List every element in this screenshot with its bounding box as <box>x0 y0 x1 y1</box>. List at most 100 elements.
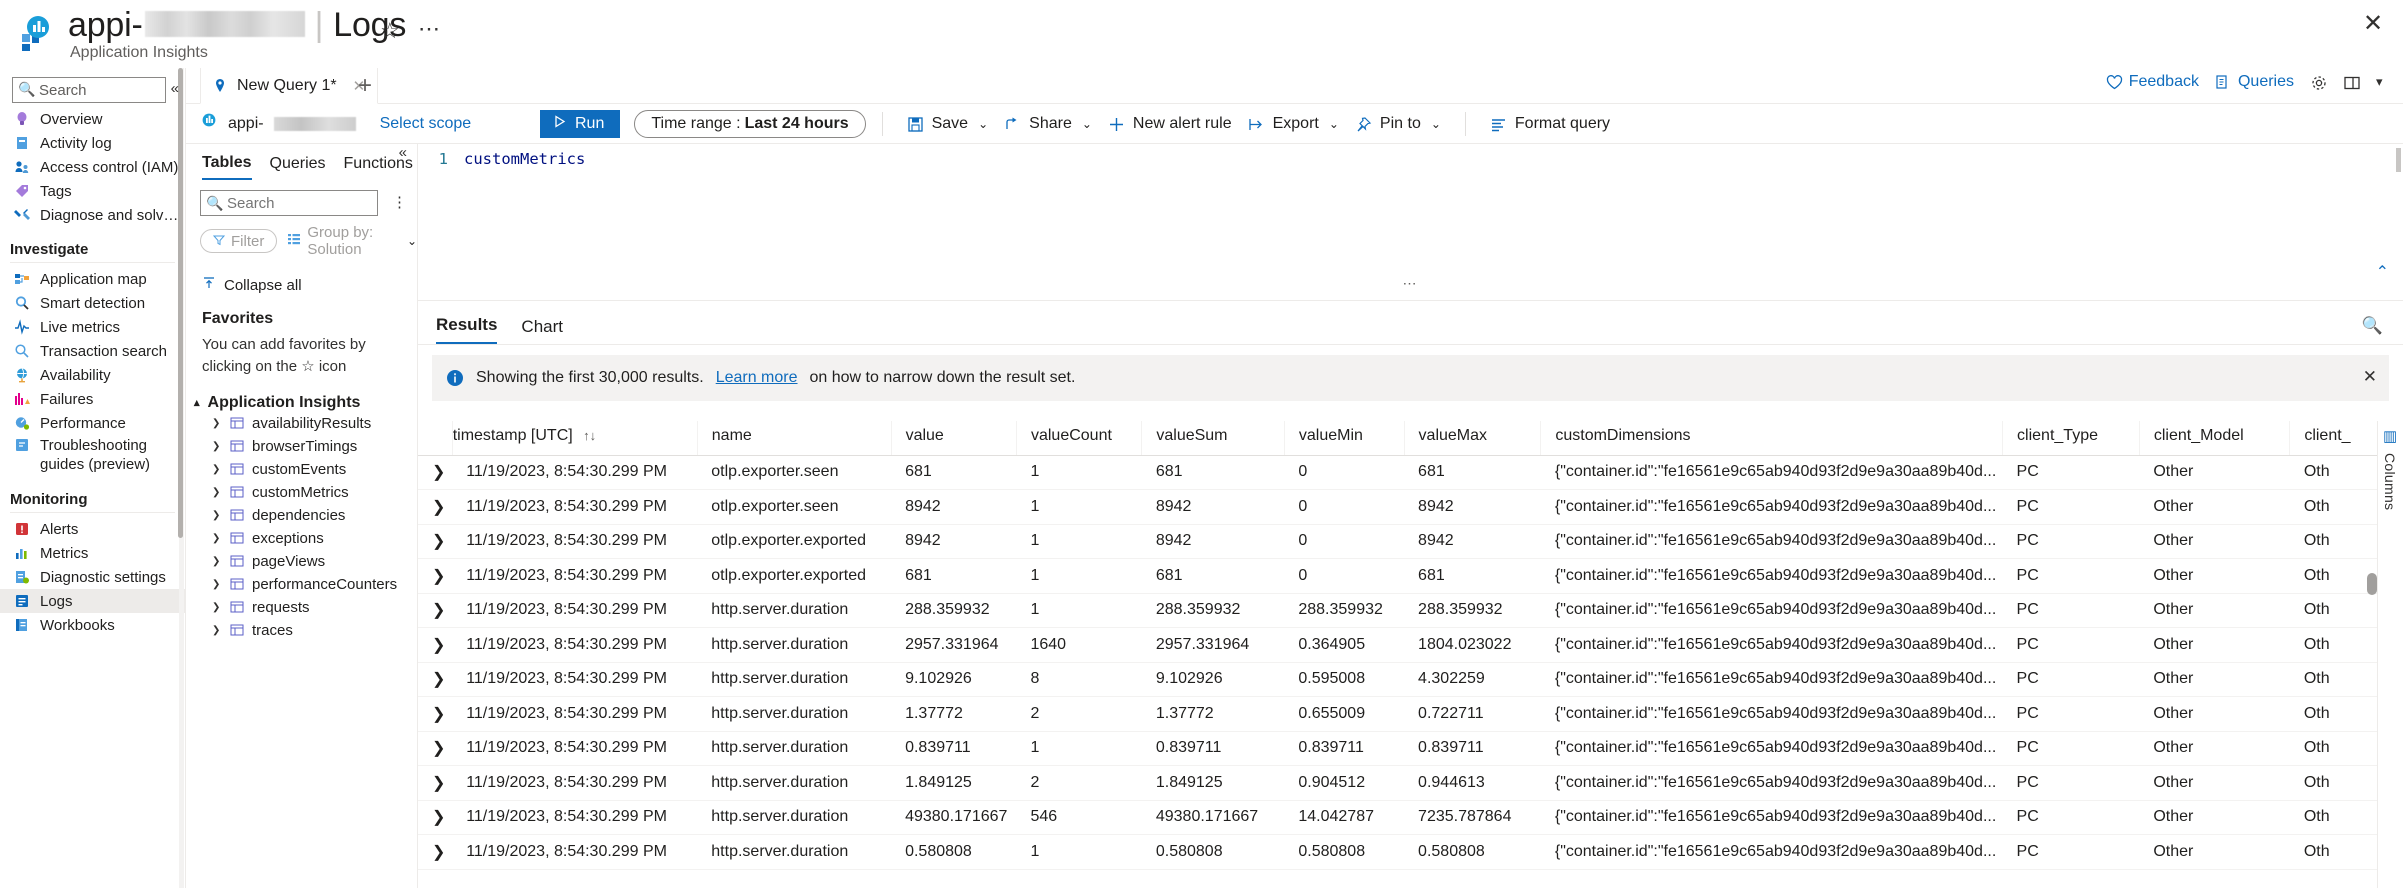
sidebar-search-input[interactable] <box>12 77 166 103</box>
table-item-requests[interactable]: ❯ requests <box>186 596 417 619</box>
editor-scrollbar-thumb[interactable] <box>2396 148 2401 172</box>
query-editor[interactable]: 1 customMetrics ⋯ ⌃ <box>418 144 2403 294</box>
table-row[interactable]: ❯ 11/19/2023, 8:54:30.299 PM otlp.exporter… <box>418 455 2393 490</box>
tab-results[interactable]: Results <box>436 315 498 344</box>
sidebar-item-live-metrics[interactable]: Live metrics <box>0 315 185 339</box>
sort-icon[interactable]: ↑↓ <box>583 428 596 443</box>
add-query-tab-button[interactable]: + <box>358 74 372 98</box>
new-alert-rule-button[interactable]: New alert rule <box>1100 110 1240 138</box>
tables-search-input[interactable] <box>200 190 378 216</box>
sidebar-item-availability[interactable]: Availability <box>0 363 185 387</box>
save-button[interactable]: Save ⌄ <box>899 110 997 138</box>
sidebar-item-tags[interactable]: Tags <box>0 179 185 203</box>
chevron-right-icon[interactable]: ❯ <box>418 765 453 801</box>
table-item-customevents[interactable]: ❯ customEvents <box>186 458 417 481</box>
search-icon[interactable]: 🔍 <box>2362 316 2383 336</box>
sidebar-item-activity-log[interactable]: Activity log <box>0 131 185 155</box>
tables-panel-collapse-icon[interactable]: « <box>399 144 407 161</box>
chevron-right-icon[interactable]: ❯ <box>418 524 453 559</box>
time-range-picker[interactable]: Time range : Last 24 hours <box>634 110 866 138</box>
header-valuemax[interactable]: valueMax <box>1404 421 1542 456</box>
table-item-availabilityresults[interactable]: ❯ availabilityResults <box>186 412 417 435</box>
editor-collapse-icon[interactable]: ⌃ <box>2376 262 2389 282</box>
table-row[interactable]: ❯ 11/19/2023, 8:54:30.299 PM http.server.d… <box>418 765 2393 801</box>
settings-gear-icon[interactable] <box>2310 74 2327 91</box>
table-item-browsertimings[interactable]: ❯ browserTimings <box>186 435 417 458</box>
chevron-down-icon[interactable]: ▾ <box>2376 74 2393 91</box>
header-customdimensions[interactable]: customDimensions <box>1540 421 2004 456</box>
close-icon[interactable]: ✕ <box>2363 367 2377 387</box>
table-row[interactable]: ❯ 11/19/2023, 8:54:30.299 PM otlp.exporter… <box>418 489 2393 525</box>
sidebar-item-troubleshooting-guides[interactable]: Troubleshooting guides (preview) <box>0 435 185 477</box>
table-group-application-insights[interactable]: ▴ Application Insights <box>186 378 417 412</box>
sidebar-item-alerts[interactable]: Alerts <box>0 517 185 541</box>
layout-split-icon[interactable] <box>2343 74 2360 91</box>
results-scrollbar-thumb[interactable] <box>2367 573 2377 595</box>
queries-button[interactable]: Queries <box>2215 73 2294 91</box>
editor-resize-handle[interactable]: ⋯ <box>1403 275 1419 292</box>
tab-queries[interactable]: Queries <box>270 155 326 179</box>
query-tab-new-query-1[interactable]: New Query 1* ✕ <box>200 68 379 104</box>
table-row[interactable]: ❯ 11/19/2023, 8:54:30.299 PM http.server.d… <box>418 627 2393 663</box>
table-item-pageviews[interactable]: ❯ pageViews <box>186 550 417 573</box>
sidebar-item-metrics[interactable]: Metrics <box>0 541 185 565</box>
header-valuemin[interactable]: valueMin <box>1284 421 1405 456</box>
table-row[interactable]: ❯ 11/19/2023, 8:54:30.299 PM otlp.exporter… <box>418 524 2393 559</box>
pin-to-button[interactable]: Pin to ⌄ <box>1347 110 1449 138</box>
query-text[interactable]: customMetrics <box>464 150 585 168</box>
sidebar-item-failures[interactable]: Failures <box>0 387 185 411</box>
more-vertical-icon[interactable]: ⋮ <box>392 193 407 211</box>
table-row[interactable]: ❯ 11/19/2023, 8:54:30.299 PM http.server.d… <box>418 731 2393 766</box>
sidebar-scroll-track[interactable] <box>178 68 184 888</box>
sidebar-item-transaction-search[interactable]: Transaction search <box>0 339 185 363</box>
group-by-button[interactable]: Group by: Solution ⌄ <box>287 224 417 258</box>
select-scope-button[interactable]: Select scope <box>380 115 472 133</box>
sidebar-item-workbooks[interactable]: Workbooks <box>0 613 185 637</box>
chevron-right-icon[interactable]: ❯ <box>418 558 453 594</box>
table-item-performancecounters[interactable]: ❯ performanceCounters <box>186 573 417 596</box>
sidebar-item-logs[interactable]: Logs <box>0 589 185 613</box>
header-name[interactable]: name <box>697 421 892 456</box>
sidebar-scrollbar-thumb[interactable] <box>178 68 183 538</box>
chevron-right-icon[interactable]: ❯ <box>418 455 453 490</box>
table-item-exceptions[interactable]: ❯ exceptions <box>186 527 417 550</box>
header-client-model[interactable]: client_Model <box>2139 421 2291 456</box>
table-row[interactable]: ❯ 11/19/2023, 8:54:30.299 PM http.server.d… <box>418 696 2393 732</box>
filter-button[interactable]: Filter <box>200 229 278 253</box>
sidebar-item-smart-detection[interactable]: Smart detection <box>0 291 185 315</box>
sidebar-item-access-control[interactable]: Access control (IAM) <box>0 155 185 179</box>
table-row[interactable]: ❯ 11/19/2023, 8:54:30.299 PM http.server.d… <box>418 593 2393 628</box>
feedback-button[interactable]: Feedback <box>2106 73 2199 91</box>
chevron-right-icon[interactable]: ❯ <box>418 696 453 732</box>
sidebar-item-diagnose-and-solve-problems[interactable]: Diagnose and solve problems <box>0 203 185 227</box>
sidebar-item-performance[interactable]: Performance <box>0 411 185 435</box>
header-client-type[interactable]: client_Type <box>2002 421 2140 456</box>
sidebar-item-overview[interactable]: Overview <box>0 107 185 131</box>
scope-resource[interactable]: appi- Select scope <box>200 112 471 135</box>
header-value[interactable]: value <box>891 421 1017 456</box>
chevron-right-icon[interactable]: ❯ <box>418 662 453 697</box>
tab-tables[interactable]: Tables <box>202 154 252 180</box>
table-item-dependencies[interactable]: ❯ dependencies <box>186 504 417 527</box>
sidebar-item-diagnostic-settings[interactable]: Diagnostic settings <box>0 565 185 589</box>
columns-icon[interactable]: ▥ <box>2383 427 2397 445</box>
table-item-traces[interactable]: ❯ traces <box>186 619 417 642</box>
chevron-right-icon[interactable]: ❯ <box>418 834 453 870</box>
sidebar-item-application-map[interactable]: Application map <box>0 267 185 291</box>
chevron-right-icon[interactable]: ❯ <box>418 627 453 663</box>
export-button[interactable]: Export ⌄ <box>1240 110 1347 138</box>
chevron-right-icon[interactable]: ❯ <box>418 731 453 766</box>
sidebar-collapse-icon[interactable]: « <box>171 80 179 97</box>
chevron-right-icon[interactable]: ❯ <box>418 489 453 525</box>
format-query-button[interactable]: Format query <box>1482 110 1618 138</box>
collapse-all-button[interactable]: Collapse all <box>186 258 417 294</box>
run-button[interactable]: Run <box>540 110 621 138</box>
table-row[interactable]: ❯ 11/19/2023, 8:54:30.299 PM http.server.d… <box>418 800 2393 835</box>
columns-rail[interactable]: ▥ Columns <box>2377 421 2403 888</box>
header-valuecount[interactable]: valueCount <box>1016 421 1143 456</box>
share-button[interactable]: Share ⌄ <box>996 110 1100 138</box>
tab-chart[interactable]: Chart <box>521 317 563 344</box>
table-row[interactable]: ❯ 11/19/2023, 8:54:30.299 PM http.server.d… <box>418 834 2393 870</box>
close-icon[interactable]: ✕ <box>2357 8 2389 40</box>
chevron-right-icon[interactable]: ❯ <box>418 593 453 628</box>
